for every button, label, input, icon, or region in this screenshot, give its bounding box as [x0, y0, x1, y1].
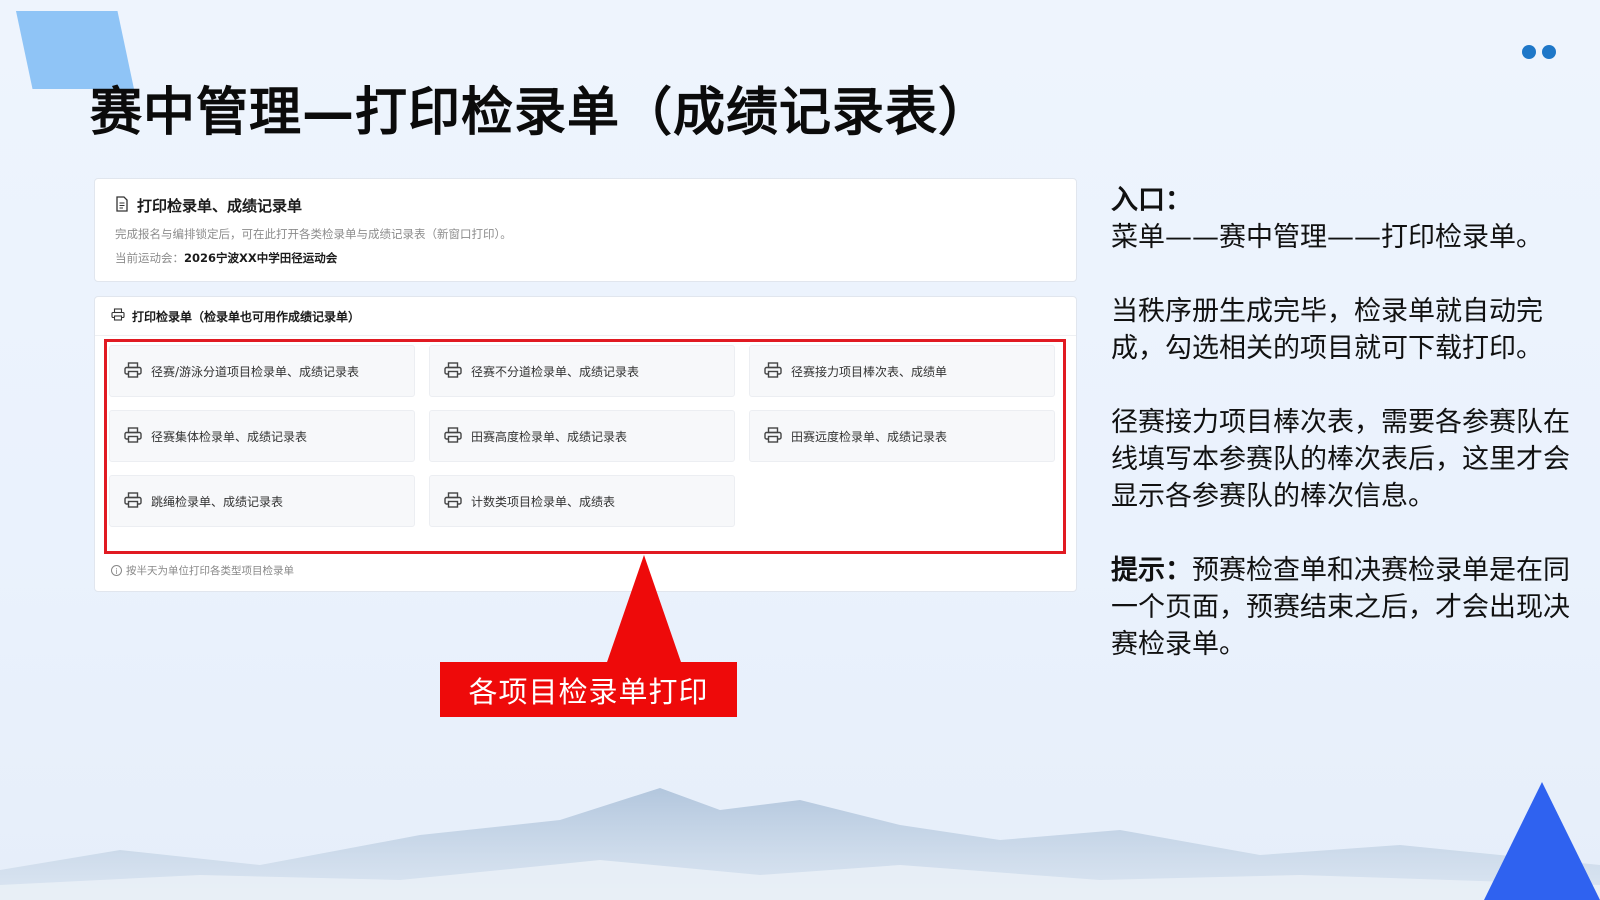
checklist-item-label: 径赛/游泳分道项目检录单、成绩记录表	[151, 364, 360, 379]
printer-icon	[764, 426, 782, 446]
printer-icon	[444, 361, 462, 381]
explanation-text: 入口： 菜单——赛中管理——打印检录单。 当秩序册生成完毕，检录单就自动完成，勾…	[1111, 182, 1581, 700]
checklist-item-label: 跳绳检录单、成绩记录表	[151, 494, 284, 509]
entry-path: 菜单——赛中管理——打印检录单。	[1111, 222, 1543, 253]
checklist-item-label: 田赛远度检录单、成绩记录表	[791, 429, 948, 444]
printer-icon	[444, 426, 462, 446]
checklist-item-label: 径赛集体检录单、成绩记录表	[151, 429, 308, 444]
checklist-item-track-nolane[interactable]: 径赛不分道检录单、成绩记录表	[429, 345, 735, 397]
checklist-item-label: 计数类项目检录单、成绩表	[471, 494, 616, 509]
footer-note: i 按半天为单位打印各类型项目检录单	[111, 563, 294, 578]
entry-paragraph: 入口： 菜单——赛中管理——打印检录单。	[1111, 182, 1581, 256]
paragraph-relay: 径赛接力项目棒次表，需要各参赛队在线填写本参赛队的棒次表后，这里才会显示各参赛队…	[1111, 407, 1570, 512]
tip-paragraph: 提示：预赛检查单和决赛检录单是在同一个页面，预赛结束之后，才会出现决赛检录单。	[1111, 552, 1581, 663]
paragraph-checklist-auto: 当秩序册生成完毕，检录单就自动完成，勾选相关的项目就可下载打印。	[1111, 296, 1543, 364]
checklist-item-counting[interactable]: 计数类项目检录单、成绩表	[429, 475, 735, 527]
print-checklist-header: 打印检录单（检录单也可用作成绩记录单）	[95, 297, 1076, 336]
checklist-item-label: 径赛接力项目棒次表、成绩单	[791, 364, 948, 379]
printer-icon	[124, 361, 142, 381]
meet-label: 当前运动会：	[115, 251, 184, 265]
checklist-item-relay[interactable]: 径赛接力项目棒次表、成绩单	[749, 345, 1055, 397]
entry-label: 入口：	[1111, 185, 1192, 216]
mountain-background	[0, 788, 1600, 900]
print-checklist-panel: 打印检录单（检录单也可用作成绩记录单） 径赛/游泳分道项目检录单、成绩记录表 径…	[94, 296, 1077, 592]
printer-icon	[444, 491, 462, 511]
printer-icon	[124, 426, 142, 446]
checklist-item-rope-skipping[interactable]: 跳绳检录单、成绩记录表	[109, 475, 415, 527]
print-checklist-header-text: 打印检录单（检录单也可用作成绩记录单）	[132, 309, 361, 324]
printer-icon	[111, 308, 125, 324]
checklist-item-field-distance[interactable]: 田赛远度检录单、成绩记录表	[749, 410, 1055, 462]
current-meet: 当前运动会：2026宁波XX中学田径运动会	[115, 250, 1056, 266]
print-info-panel: 打印检录单、成绩记录单 完成报名与编排锁定后，可在此打开各类检录单与成绩记录表（…	[94, 178, 1077, 282]
panel-description: 完成报名与编排锁定后，可在此打开各类检录单与成绩记录表（新窗口打印）。	[115, 227, 512, 241]
document-icon	[115, 195, 129, 216]
dot-icon	[1522, 45, 1536, 59]
footer-note-text: 按半天为单位打印各类型项目检录单	[126, 565, 294, 577]
slide-title: 赛中管理—打印检录单（成绩记录表）	[90, 83, 992, 143]
checklist-item-track-group[interactable]: 径赛集体检录单、成绩记录表	[109, 410, 415, 462]
checklist-item-field-height[interactable]: 田赛高度检录单、成绩记录表	[429, 410, 735, 462]
tip-label: 提示：	[1111, 555, 1192, 586]
dot-icon	[1542, 45, 1556, 59]
checklist-item-label: 径赛不分道检录单、成绩记录表	[471, 364, 640, 379]
callout-label: 各项目检录单打印	[440, 662, 737, 717]
decorative-dots	[1522, 45, 1556, 59]
meet-name: 2026宁波XX中学田径运动会	[184, 251, 338, 265]
checklist-grid: 径赛/游泳分道项目检录单、成绩记录表 径赛不分道检录单、成绩记录表 径赛接力项目…	[109, 345, 1059, 527]
printer-icon	[124, 491, 142, 511]
printer-icon	[764, 361, 782, 381]
checklist-item-label: 田赛高度检录单、成绩记录表	[471, 429, 628, 444]
panel-heading: 打印检录单、成绩记录单	[115, 195, 1056, 216]
info-icon: i	[111, 565, 122, 576]
checklist-item-track-lane[interactable]: 径赛/游泳分道项目检录单、成绩记录表	[109, 345, 415, 397]
panel-heading-text: 打印检录单、成绩记录单	[137, 197, 303, 215]
